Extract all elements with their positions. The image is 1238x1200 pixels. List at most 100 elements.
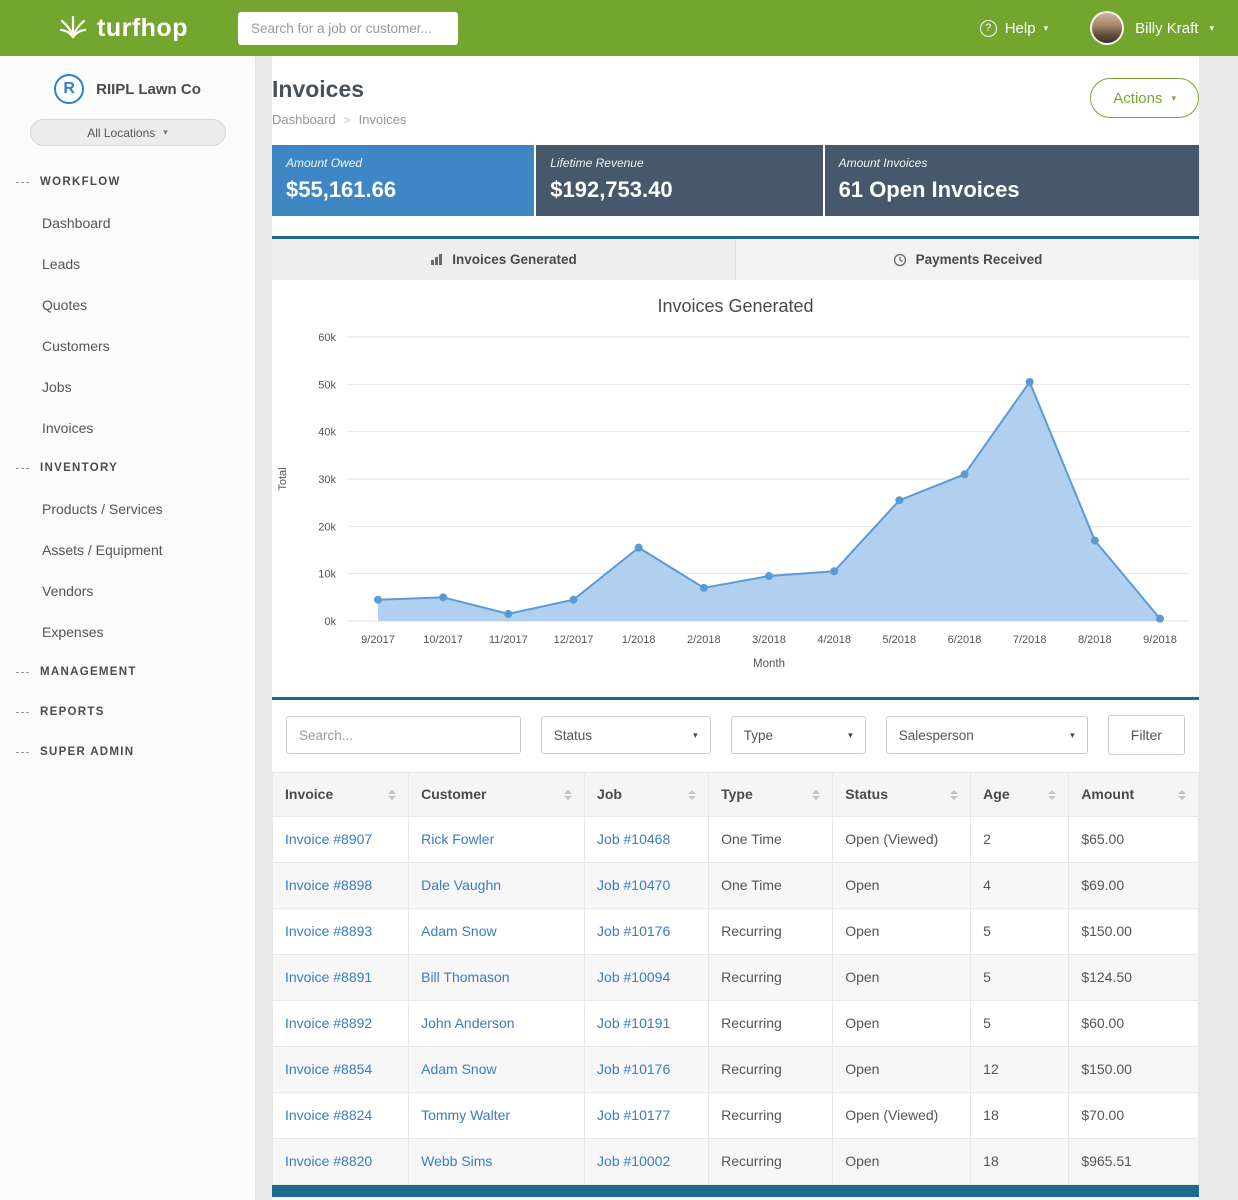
svg-text:9/2018: 9/2018 xyxy=(1143,634,1177,646)
svg-text:5/2018: 5/2018 xyxy=(883,634,917,646)
svg-text:2/2018: 2/2018 xyxy=(687,634,721,646)
job-cell: Job #10176 xyxy=(585,909,709,955)
table-row: Invoice #8824Tommy WalterJob #10177Recur… xyxy=(273,1093,1199,1139)
sort-icon[interactable] xyxy=(950,790,958,800)
user-avatar xyxy=(1090,11,1124,45)
filter-button[interactable]: Filter xyxy=(1108,715,1185,755)
tab-payments-received[interactable]: Payments Received xyxy=(735,239,1199,280)
section-label: INVENTORY xyxy=(40,462,118,474)
svg-text:50k: 50k xyxy=(318,379,336,391)
customer-cell: Rick Fowler xyxy=(409,817,585,863)
customer-link[interactable]: Adam Snow xyxy=(421,923,496,939)
tab-invoices-generated[interactable]: Invoices Generated xyxy=(272,239,735,280)
column-header-amount[interactable]: Amount xyxy=(1069,773,1199,817)
sort-icon[interactable] xyxy=(388,790,396,800)
customer-link[interactable]: Rick Fowler xyxy=(421,831,494,847)
customer-link[interactable]: Dale Vaughn xyxy=(421,877,501,893)
invoice-link[interactable]: Invoice #8892 xyxy=(285,1015,372,1031)
customer-link[interactable]: Adam Snow xyxy=(421,1061,496,1077)
job-link[interactable]: Job #10177 xyxy=(597,1107,670,1123)
status-cell: Open xyxy=(833,909,971,955)
column-header-job[interactable]: Job xyxy=(585,773,709,817)
global-search-input[interactable] xyxy=(238,12,458,45)
stat-card-amount-invoices: Amount Invoices61 Open Invoices xyxy=(825,145,1199,216)
table-row: Invoice #8907Rick FowlerJob #10468One Ti… xyxy=(273,817,1199,863)
sort-icon[interactable] xyxy=(1178,790,1186,800)
invoice-link[interactable]: Invoice #8898 xyxy=(285,877,372,893)
sidebar-section-super-admin[interactable]: SUPER ADMIN xyxy=(0,732,255,772)
logo[interactable]: turfhop xyxy=(58,13,188,44)
job-link[interactable]: Job #10468 xyxy=(597,831,670,847)
customer-link[interactable]: Bill Thomason xyxy=(421,969,509,985)
amount-cell: $65.00 xyxy=(1069,817,1199,863)
status-filter-select[interactable]: Status▾ xyxy=(541,716,711,754)
svg-text:7/2018: 7/2018 xyxy=(1013,634,1047,646)
section-label: SUPER ADMIN xyxy=(40,746,134,758)
job-link[interactable]: Job #10002 xyxy=(597,1153,670,1169)
sidebar-section-management[interactable]: MANAGEMENT xyxy=(0,652,255,692)
actions-label: Actions xyxy=(1113,90,1162,107)
invoice-link[interactable]: Invoice #8854 xyxy=(285,1061,372,1077)
sidebar-section-reports[interactable]: REPORTS xyxy=(0,692,255,732)
chevron-down-icon: ▾ xyxy=(1171,94,1176,103)
sidebar-item-assets-equipment[interactable]: Assets / Equipment xyxy=(0,529,255,570)
sort-icon[interactable] xyxy=(1048,790,1056,800)
section-label: MANAGEMENT xyxy=(40,666,137,678)
sidebar-item-expenses[interactable]: Expenses xyxy=(0,611,255,652)
customer-link[interactable]: Webb Sims xyxy=(421,1153,492,1169)
customer-cell: Adam Snow xyxy=(409,909,585,955)
sidebar-item-jobs[interactable]: Jobs xyxy=(0,366,255,407)
sidebar-section-inventory[interactable]: INVENTORY xyxy=(0,448,255,488)
table-filter-bar: Status▾ Type▾ Salesperson▾ Filter xyxy=(272,697,1199,770)
job-link[interactable]: Job #10470 xyxy=(597,877,670,893)
tab-label: Payments Received xyxy=(916,252,1043,267)
user-menu[interactable]: Billy Kraft ▾ xyxy=(1090,11,1214,45)
company-name: RIIPL Lawn Co xyxy=(96,81,201,98)
breadcrumb-dashboard[interactable]: Dashboard xyxy=(272,112,336,127)
customer-link[interactable]: John Anderson xyxy=(421,1015,514,1031)
sidebar-item-quotes[interactable]: Quotes xyxy=(0,284,255,325)
locations-label: All Locations xyxy=(87,126,155,140)
job-link[interactable]: Job #10176 xyxy=(597,1061,670,1077)
actions-button[interactable]: Actions ▾ xyxy=(1090,78,1199,118)
sidebar-item-customers[interactable]: Customers xyxy=(0,325,255,366)
sidebar-item-products-services[interactable]: Products / Services xyxy=(0,488,255,529)
salesperson-filter-select[interactable]: Salesperson▾ xyxy=(886,716,1088,754)
job-link[interactable]: Job #10191 xyxy=(597,1015,670,1031)
invoice-link[interactable]: Invoice #8893 xyxy=(285,923,372,939)
help-menu[interactable]: ? Help ▾ xyxy=(980,20,1048,37)
breadcrumb-current: Invoices xyxy=(359,112,407,127)
sidebar-item-dashboard[interactable]: Dashboard xyxy=(0,202,255,243)
sort-icon[interactable] xyxy=(564,790,572,800)
job-link[interactable]: Job #10176 xyxy=(597,923,670,939)
invoice-link[interactable]: Invoice #8820 xyxy=(285,1153,372,1169)
column-header-status[interactable]: Status xyxy=(833,773,971,817)
sort-icon[interactable] xyxy=(812,790,820,800)
customer-link[interactable]: Tommy Walter xyxy=(421,1107,510,1123)
column-header-age[interactable]: Age xyxy=(971,773,1069,817)
table-search-input[interactable] xyxy=(286,716,521,754)
topbar-search xyxy=(238,12,458,45)
age-cell: 2 xyxy=(971,817,1069,863)
sidebar-item-invoices[interactable]: Invoices xyxy=(0,407,255,448)
chevron-down-icon: ▾ xyxy=(1044,24,1049,33)
column-header-customer[interactable]: Customer xyxy=(409,773,585,817)
job-link[interactable]: Job #10094 xyxy=(597,969,670,985)
stat-value: 61 Open Invoices xyxy=(839,177,1185,203)
stat-value: $55,161.66 xyxy=(286,177,520,203)
column-header-type[interactable]: Type xyxy=(709,773,833,817)
bar-chart-icon xyxy=(430,253,443,266)
sidebar-item-leads[interactable]: Leads xyxy=(0,243,255,284)
invoice-link[interactable]: Invoice #8907 xyxy=(285,831,372,847)
tree-dash-icon xyxy=(16,182,29,183)
invoice-link[interactable]: Invoice #8891 xyxy=(285,969,372,985)
column-header-invoice[interactable]: Invoice xyxy=(273,773,409,817)
svg-text:20k: 20k xyxy=(318,521,336,533)
sidebar-section-workflow[interactable]: WORKFLOW xyxy=(0,162,255,202)
locations-dropdown[interactable]: All Locations ▾ xyxy=(30,119,226,146)
sidebar-item-vendors[interactable]: Vendors xyxy=(0,570,255,611)
sort-icon[interactable] xyxy=(688,790,696,800)
type-cell: Recurring xyxy=(709,909,833,955)
type-filter-select[interactable]: Type▾ xyxy=(731,716,866,754)
invoice-link[interactable]: Invoice #8824 xyxy=(285,1107,372,1123)
